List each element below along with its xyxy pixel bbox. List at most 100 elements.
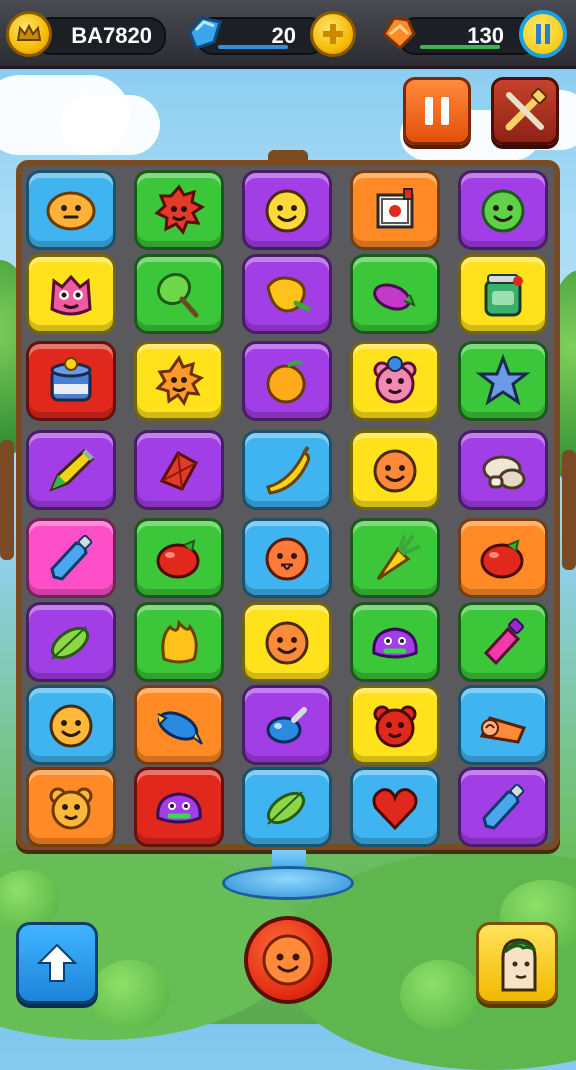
tile[interactable] [134, 254, 224, 334]
tile[interactable] [350, 254, 440, 334]
purple-blob-icon [156, 792, 202, 824]
tile[interactable] [458, 341, 548, 421]
tile[interactable] [458, 254, 548, 334]
pause-icon [536, 24, 550, 44]
tile[interactable] [458, 602, 548, 682]
tile[interactable] [134, 170, 224, 250]
tile[interactable] [458, 170, 548, 250]
tile[interactable] [26, 518, 116, 598]
tile[interactable] [242, 518, 332, 598]
tile[interactable] [350, 685, 440, 765]
top-bar: BA7820 20 130 [0, 0, 576, 69]
yellow-face-icon [49, 704, 93, 748]
tile[interactable] [350, 341, 440, 421]
box-icon [376, 188, 414, 229]
tile[interactable] [242, 170, 332, 250]
tile[interactable] [134, 767, 224, 847]
tile[interactable] [242, 602, 332, 682]
pause-game-button[interactable] [403, 77, 471, 145]
green-leaf-icon [50, 626, 90, 660]
mushroom-icon [482, 455, 526, 490]
yellow-fruit-icon [266, 276, 311, 313]
level-up-button[interactable] [16, 922, 98, 1004]
character-hint-icon [501, 938, 537, 992]
orange-sun-icon [155, 354, 205, 407]
pink-bottle-icon [483, 618, 524, 666]
tile[interactable] [26, 341, 116, 421]
smiley-face-icon [265, 189, 309, 233]
crystal-icon [184, 12, 226, 58]
tile[interactable] [242, 254, 332, 334]
arrow-up-icon [36, 943, 78, 982]
hint-button[interactable] [476, 922, 558, 1004]
pencil-icon [49, 448, 95, 492]
eggplant-icon [373, 283, 416, 311]
orange-face-icon [265, 621, 309, 665]
tomato-icon [156, 539, 200, 579]
bear-face-icon [49, 787, 93, 830]
shuffle-button[interactable] [244, 916, 332, 1004]
tile[interactable] [26, 767, 116, 847]
tile[interactable] [26, 254, 116, 334]
red-bear-icon [373, 705, 417, 748]
crown-coin-icon [6, 11, 52, 57]
green-lollipop-icon [156, 272, 199, 318]
red-kite-icon [159, 450, 199, 491]
tile[interactable] [458, 518, 548, 598]
star-icon [475, 353, 531, 406]
orange-face-icon [373, 449, 417, 493]
tile[interactable] [134, 602, 224, 682]
tile[interactable] [134, 430, 224, 510]
blue-drop-icon [266, 707, 307, 744]
gem-icon [378, 12, 420, 58]
tile[interactable] [350, 767, 440, 847]
tile[interactable] [134, 518, 224, 598]
purple-blob-icon [372, 627, 418, 659]
player-id-pill: BA7820 [34, 17, 166, 55]
pause-icon [425, 97, 449, 125]
blue-bottle-icon [482, 783, 525, 830]
tile[interactable] [242, 341, 332, 421]
orange-tongue-face-icon [265, 537, 309, 581]
green-jar-icon [484, 274, 523, 317]
green-leaf-icon [266, 791, 306, 825]
cake-tin-icon [50, 357, 92, 402]
tile[interactable] [242, 767, 332, 847]
tools-button[interactable] [491, 77, 559, 145]
blue-bottle-icon [50, 534, 93, 581]
orange-face-icon [262, 934, 314, 986]
tile[interactable] [350, 602, 440, 682]
tile[interactable] [458, 685, 548, 765]
tile[interactable] [26, 430, 116, 510]
pause-button[interactable] [519, 10, 567, 58]
tile[interactable] [458, 767, 548, 847]
banana-icon [266, 445, 310, 495]
tile[interactable] [26, 685, 116, 765]
tile[interactable] [350, 170, 440, 250]
board-stand-base [222, 866, 354, 900]
player-id: BA7820 [71, 23, 152, 48]
tile[interactable] [242, 430, 332, 510]
carrot-icon [376, 535, 420, 581]
tile[interactable] [26, 170, 116, 250]
tile[interactable] [350, 430, 440, 510]
tomato-icon [480, 539, 524, 579]
carrot-roll-icon [479, 716, 527, 744]
pink-bear-icon [373, 356, 417, 404]
crossed-tools-icon [505, 88, 547, 131]
tile[interactable] [134, 685, 224, 765]
tile[interactable] [458, 430, 548, 510]
add-crystals-button[interactable] [310, 11, 356, 57]
tile[interactable] [26, 602, 116, 682]
red-spiky-monster-icon [154, 184, 205, 235]
green-face-icon [481, 189, 525, 233]
heart-icon [372, 788, 418, 831]
tile[interactable] [350, 518, 440, 598]
tile[interactable] [134, 341, 224, 421]
smiley-blob-icon [46, 191, 96, 231]
orange-fruit-icon [266, 360, 306, 404]
tile[interactable] [242, 685, 332, 765]
yellow-bud-icon [161, 619, 198, 664]
pink-monster-icon [50, 274, 92, 316]
blue-fish-icon [157, 711, 203, 745]
